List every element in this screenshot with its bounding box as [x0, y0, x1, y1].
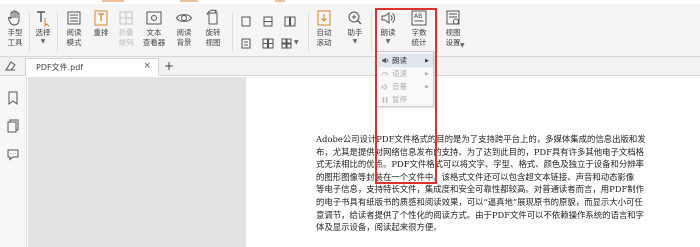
chevron-down-icon[interactable]: ▼ [294, 39, 299, 46]
chevron-down-icon[interactable]: ▼ [41, 38, 46, 45]
page-gutter [28, 77, 246, 247]
scroll-page-icon[interactable] [240, 38, 252, 49]
close-icon[interactable]: × [143, 61, 151, 71]
hand-icon [5, 8, 25, 28]
text-line: 的图形图像等封装在一个文件中。该格式文件还可以包含超文本链接、声音和动态影像 [316, 171, 635, 182]
comments-icon[interactable] [6, 147, 20, 161]
ribbon-divider [29, 12, 30, 52]
accent-mark [275, 0, 285, 2]
select-tool-label: 选择 [35, 28, 51, 37]
fold-arrange-button[interactable]: 折叠 排列 [115, 8, 137, 48]
read-mode-button[interactable]: 阅读 模式 [62, 8, 86, 48]
text-line: 体及显示设备，阅读起来很方便。 [316, 222, 442, 233]
ribbon-toolbar: 手型 工具 选择 ▼ 阅读 模式 重排 折叠 排列 文本 查看器 阅读 背景 旋… [0, 4, 700, 57]
new-tab-button[interactable]: + [164, 58, 174, 74]
text-viewer-button[interactable]: 文本 查看器 [139, 8, 169, 48]
ribbon-divider [308, 12, 309, 52]
text-line: 等电子信息，支持特长文件，集成度和安全可靠性都较高。对普通读者而言，用PDF制作 [316, 184, 645, 195]
reflow-icon [91, 8, 111, 28]
select-tool-button[interactable]: 选择 ▼ [31, 8, 55, 45]
assistant-icon [345, 8, 365, 28]
rotate-icon [203, 8, 223, 28]
document-body-text: Adobe公司设计PDF文件格式的目的是为了支持跨平台上的，多媒体集成的信息出版… [316, 133, 682, 234]
thumbnails-icon[interactable] [6, 119, 20, 133]
text-viewer-label: 文本 查看器 [142, 28, 166, 47]
fold-arrange-label: 折叠 排列 [118, 28, 134, 47]
assistant-button[interactable]: 助手 ▼ [344, 8, 366, 45]
read-background-label: 阅读 背景 [176, 28, 192, 47]
reflow-label: 重排 [93, 28, 109, 37]
text-line: 意调节，给读者提供了个性化的阅读方式。由于PDF文件可以不依赖操作系统的语言和字 [316, 209, 645, 220]
document-tab-title: PDF文件.pdf [36, 63, 84, 72]
eye-icon [174, 8, 194, 28]
ribbon-divider [232, 12, 233, 52]
two-page-scroll-icon[interactable] [262, 38, 274, 49]
document-tab-bar: PDF文件.pdf × + [0, 57, 700, 76]
ribbon-divider [371, 12, 372, 52]
fold-icon [116, 8, 136, 28]
auto-scroll-label: 自动 滚动 [316, 28, 332, 47]
read-background-button[interactable]: 阅读 背景 [170, 8, 198, 48]
view-settings-label: 视图 设置 [445, 28, 461, 47]
page-grid-icon[interactable] [281, 38, 293, 49]
two-page-icon[interactable] [284, 16, 296, 27]
chevron-down-icon[interactable]: ▼ [460, 42, 465, 49]
bookmark-icon[interactable] [6, 91, 20, 105]
text-viewer-icon [144, 8, 164, 28]
eraser-icon[interactable] [4, 60, 16, 72]
auto-scroll-icon [314, 8, 334, 28]
ribbon-divider [57, 12, 58, 52]
document-tab[interactable]: PDF文件.pdf × [25, 58, 159, 76]
text-line: Adobe公司设计PDF文件格式的目的是为了支持跨平台上的，多媒体集成的信息出版… [316, 134, 646, 144]
accent-mark [180, 0, 198, 2]
rotate-view-label: 旋转 视图 [205, 28, 221, 47]
ribbon-divider [437, 12, 438, 52]
read-mode-icon [64, 8, 84, 28]
read-mode-label: 阅读 模式 [66, 28, 82, 47]
highlight-box [375, 8, 437, 184]
reflow-button[interactable]: 重排 [90, 8, 112, 38]
view-settings-icon [443, 8, 463, 28]
text-select-icon [33, 8, 53, 28]
chevron-down-icon[interactable]: ▼ [353, 38, 358, 45]
auto-scroll-button[interactable]: 自动 滚动 [312, 8, 336, 48]
hand-tool-label: 手型 工具 [7, 28, 23, 47]
assistant-label: 助手 [347, 28, 363, 37]
hand-tool-button[interactable]: 手型 工具 [3, 8, 27, 48]
accent-mark [102, 0, 124, 2]
text-line: 式无法相比的优点。PDF文件格式可以将文字、字型、格式、颜色及独立于设备和分辨率 [316, 159, 645, 170]
rotate-view-button[interactable]: 旋转 视图 [199, 8, 227, 48]
continuous-page-icon[interactable] [262, 16, 274, 27]
left-sidebar [0, 77, 27, 247]
text-line: 的电子书具有纸版书的质感和阅读效果，可以“逼真地”展现原书的原貌，而显示大小可任 [316, 196, 643, 207]
single-page-icon[interactable] [240, 16, 252, 27]
text-line: 布，尤其是提供对网络信息发布的支持。为了达到此目的，PDF具有许多其他电子文档格 [316, 146, 645, 157]
